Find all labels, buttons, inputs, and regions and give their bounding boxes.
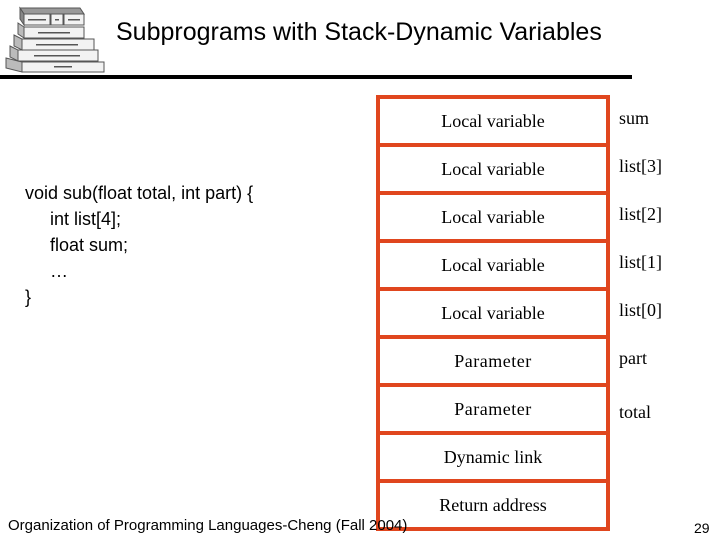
page-number: 29 <box>694 520 710 536</box>
language-hierarchy-pyramid-icon <box>5 6 105 73</box>
stack-label-list0: list[0] <box>619 300 662 320</box>
code-line-list-decl: int list[4]; <box>50 209 122 229</box>
stack-cell-return-address: Return address <box>439 494 547 515</box>
stack-cell-local-list1: Local variable <box>380 243 606 291</box>
title-divider <box>0 75 632 79</box>
stack-cell-local-list0: Local variable <box>380 291 606 339</box>
slide-footer: Organization of Programming Languages-Ch… <box>8 517 408 534</box>
slide-title: Subprograms with Stack-Dynamic Variables <box>116 18 602 46</box>
stack-label-list2: list[2] <box>619 204 662 224</box>
stack-cell-local-sum: Local variable <box>380 99 606 147</box>
stack-cell-param-part: Parameter <box>380 339 606 387</box>
code-line-close-brace: } <box>25 287 32 307</box>
code-line-signature: void sub(float total, int part) { <box>25 183 254 203</box>
code-line-ellipsis: … <box>50 261 68 281</box>
activation-record-stack: Local variable Local variable Local vari… <box>376 95 610 531</box>
stack-cell-dynamic-link: Dynamic link <box>380 435 606 483</box>
stack-label-list3: list[3] <box>619 156 662 176</box>
stack-label-part: part <box>619 348 647 368</box>
stack-label-list1: list[1] <box>619 252 662 272</box>
stack-cell-local-list2: Local variable <box>380 195 606 243</box>
stack-cell-local-list3: Local variable <box>380 147 606 195</box>
stack-label-total: total <box>619 402 651 422</box>
code-snippet: void sub(float total, int part) { int li… <box>25 180 253 310</box>
stack-label-sum: sum <box>619 108 650 128</box>
code-line-sum-decl: float sum; <box>50 235 129 255</box>
stack-cell-param-total: Parameter <box>380 387 606 435</box>
